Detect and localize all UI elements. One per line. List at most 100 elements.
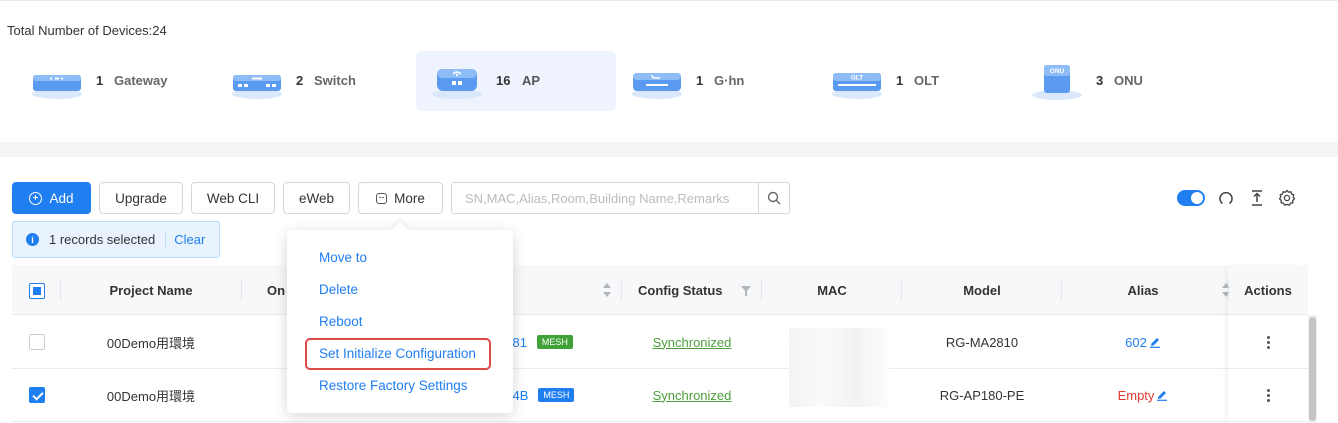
header-mac[interactable]: MAC <box>762 265 902 315</box>
settings-button[interactable] <box>1277 188 1297 208</box>
switch-icon <box>232 75 282 99</box>
more-icon <box>376 192 388 204</box>
row-checkbox[interactable] <box>29 334 45 350</box>
onu-icon: ONU <box>1032 65 1082 100</box>
config-status-link[interactable]: Synchronized <box>653 335 732 350</box>
device-count: 1 <box>96 73 104 88</box>
search-button[interactable] <box>758 183 789 213</box>
device-count: 16 <box>496 73 511 88</box>
mesh-badge: MESH <box>536 335 573 349</box>
mac-redaction <box>789 328 889 369</box>
menu-item-delete[interactable]: Delete <box>319 282 358 297</box>
table-header: Project Name On Config Status MAC Model … <box>12 265 1308 315</box>
more-button-label: More <box>394 190 425 206</box>
device-card-onu[interactable]: ONU 3 ONU <box>1016 51 1216 111</box>
upgrade-button-label: Upgrade <box>115 190 167 206</box>
scrollbar-thumb[interactable] <box>1309 317 1316 421</box>
device-count: 1 <box>896 73 904 88</box>
device-name: ONU <box>1114 73 1143 88</box>
gear-icon <box>1278 189 1296 206</box>
total-devices-label: Total Number of Devices:24 <box>7 23 167 38</box>
device-name: OLT <box>914 73 940 88</box>
row-checkbox[interactable] <box>29 387 45 403</box>
refresh-icon <box>1219 191 1233 205</box>
eweb-button-label: eWeb <box>298 190 335 206</box>
ap-icon <box>432 69 482 99</box>
kebab-icon <box>1266 388 1270 402</box>
device-summary: Total Number of Devices:24 1 Gateway 2 S… <box>0 0 1338 142</box>
header-project-name[interactable]: Project Name <box>60 265 242 315</box>
select-all-checkbox[interactable] <box>29 283 45 299</box>
device-card-ghn[interactable]: 1 G·hn <box>616 51 816 111</box>
vertical-scrollbar[interactable] <box>1308 315 1317 423</box>
cell-alias[interactable]: 602 <box>1062 316 1224 368</box>
cell-sn: 0981 MESH <box>498 316 608 368</box>
cell-model: RG-MA2810 <box>945 334 1019 350</box>
gateway-icon <box>32 75 82 99</box>
device-name: Gateway <box>114 73 168 88</box>
clear-selection-link[interactable]: Clear <box>174 232 205 247</box>
header-alias[interactable]: Alias <box>1062 265 1224 315</box>
header-actions: Actions <box>1244 282 1292 298</box>
add-button-label: Add <box>49 190 74 206</box>
device-count: 3 <box>1096 73 1104 88</box>
ghn-icon <box>632 73 682 99</box>
add-circle-icon <box>29 191 43 205</box>
cell-model: RG-AP180-PE <box>939 387 1025 403</box>
edit-icon[interactable] <box>1149 336 1161 348</box>
upgrade-button[interactable]: Upgrade <box>99 182 183 214</box>
table-row[interactable]: 00Demo用環境 0981 MESH Synchronized e RG-MA… <box>12 316 1308 369</box>
selection-divider <box>165 232 167 247</box>
olt-icon-text: OLT <box>851 75 864 82</box>
device-card-gateway[interactable]: 1 Gateway <box>16 51 216 111</box>
device-name: AP <box>522 73 541 88</box>
web-cli-button[interactable]: Web CLI <box>191 182 275 214</box>
cell-project-name: 00Demo用環境 <box>106 335 196 351</box>
search-icon <box>767 191 781 205</box>
onu-icon-text: ONU <box>1050 68 1065 75</box>
device-count: 2 <box>296 73 304 88</box>
alias-value[interactable]: 602 <box>1125 335 1147 350</box>
cell-alias[interactable]: Empty <box>1062 369 1224 421</box>
row-actions-button[interactable] <box>1228 316 1308 368</box>
web-cli-button-label: Web CLI <box>206 190 260 206</box>
selection-count-text: 1 records selected <box>49 232 156 247</box>
header-config-status[interactable]: Config Status <box>622 265 742 315</box>
refresh-button[interactable] <box>1216 188 1236 208</box>
view-toggle[interactable] <box>1177 190 1205 206</box>
device-card-ap[interactable]: 16 AP <box>416 51 616 111</box>
filter-icon[interactable] <box>741 286 751 296</box>
search-box <box>451 182 790 214</box>
header-model[interactable]: Model <box>902 265 1062 315</box>
eweb-button[interactable]: eWeb <box>283 182 350 214</box>
device-count: 1 <box>696 73 704 88</box>
cell-project-name: 00Demo用環境 <box>106 388 196 404</box>
edit-icon[interactable] <box>1156 389 1168 401</box>
menu-item-move-to[interactable]: Move to <box>319 250 367 265</box>
mesh-badge: MESH <box>538 388 575 402</box>
device-card-olt[interactable]: OLT 1 OLT <box>816 51 1016 111</box>
more-dropdown-menu: Move to Delete Reboot Set Initialize Con… <box>287 230 513 413</box>
device-card-switch[interactable]: 2 Switch <box>216 51 416 111</box>
config-status-link[interactable]: Synchronized <box>653 388 732 403</box>
row-actions-button[interactable] <box>1228 369 1308 421</box>
export-button[interactable] <box>1247 188 1267 208</box>
cell-sn: 014B MESH <box>498 369 608 421</box>
menu-item-restore-factory-settings[interactable]: Restore Factory Settings <box>319 378 468 393</box>
device-name: G·hn <box>714 73 745 88</box>
info-icon: i <box>26 233 39 246</box>
export-icon <box>1252 190 1262 206</box>
alias-value[interactable]: Empty <box>1118 388 1155 403</box>
device-table-panel: Add Upgrade Web CLI eWeb More SN,MAC,Ali… <box>0 157 1338 423</box>
add-button[interactable]: Add <box>12 182 91 214</box>
menu-item-reboot[interactable]: Reboot <box>319 314 363 329</box>
kebab-icon <box>1266 335 1270 349</box>
more-button[interactable]: More <box>358 182 443 214</box>
device-name: Switch <box>314 73 356 88</box>
mac-redaction <box>789 369 889 407</box>
olt-icon: OLT <box>832 73 882 99</box>
search-input[interactable] <box>452 183 758 213</box>
sort-icon[interactable] <box>603 283 611 297</box>
table-row[interactable]: 00Demo用環境 014B MESH Synchronized 1 RG-AP… <box>12 369 1308 422</box>
highlight-box <box>305 338 491 370</box>
